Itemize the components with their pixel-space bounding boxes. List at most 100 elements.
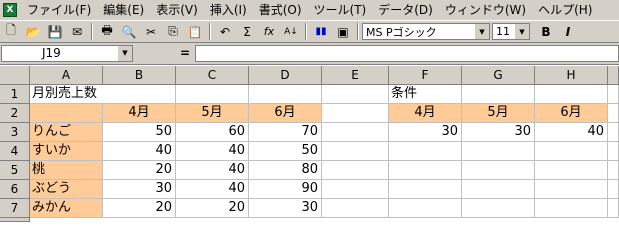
sort-ascending-icon[interactable]: A↓ [281, 22, 301, 41]
cell-d7[interactable]: 30 [249, 199, 322, 218]
row-header-2[interactable]: 2 [0, 104, 30, 123]
column-header-f[interactable]: F [389, 66, 462, 85]
cell-a4[interactable]: すいか [30, 142, 103, 161]
cell-f2[interactable]: 4月 [389, 104, 462, 123]
column-header-b[interactable]: B [103, 66, 176, 85]
formula-equals-icon[interactable]: = [180, 46, 190, 60]
cell-g2[interactable]: 5月 [462, 104, 535, 123]
cell-d4[interactable]: 50 [249, 142, 322, 161]
undo-icon[interactable]: ↶ [215, 22, 235, 41]
column-header-h[interactable]: H [535, 66, 608, 85]
row-header-5[interactable]: 5 [0, 161, 30, 180]
column-header-i[interactable] [608, 66, 619, 85]
cell-i5[interactable] [608, 161, 619, 180]
menu-window[interactable]: ウィンドウ(W) [439, 1, 532, 19]
menu-help[interactable]: ヘルプ(H) [532, 1, 598, 19]
cell-d3[interactable]: 70 [249, 123, 322, 142]
menu-format[interactable]: 書式(O) [253, 1, 308, 19]
cell-g3[interactable]: 30 [462, 123, 535, 142]
cell-a1[interactable]: 月別売上数 [30, 85, 103, 104]
cell-g6[interactable] [462, 180, 535, 199]
cell-e4[interactable] [322, 142, 389, 161]
cell-b2[interactable]: 4月 [103, 104, 176, 123]
mail-icon[interactable]: ✉ [67, 22, 87, 41]
cell-c5[interactable]: 40 [176, 161, 249, 180]
cell-f4[interactable] [389, 142, 462, 161]
zoom-icon[interactable]: ▣ [333, 22, 353, 41]
cell-d6[interactable]: 90 [249, 180, 322, 199]
cell-h1[interactable] [535, 85, 608, 104]
cell-i1[interactable] [608, 85, 619, 104]
cell-g4[interactable] [462, 142, 535, 161]
italic-button[interactable]: I [558, 22, 578, 41]
cell-e7[interactable] [322, 199, 389, 218]
cell-i3[interactable] [608, 123, 619, 142]
cell-c2[interactable]: 5月 [176, 104, 249, 123]
cell-h7[interactable] [535, 199, 608, 218]
cell-i7[interactable] [608, 199, 619, 218]
font-size-select[interactable]: 11 ▼ [492, 23, 530, 40]
cell-b5[interactable]: 20 [103, 161, 176, 180]
cell-f3[interactable]: 30 [389, 123, 462, 142]
cell-i2[interactable] [608, 104, 619, 123]
cell-a2[interactable] [30, 104, 103, 123]
row-header-7[interactable]: 7 [0, 199, 30, 218]
cell-e6[interactable] [322, 180, 389, 199]
row-header-6[interactable]: 6 [0, 180, 30, 199]
cell-e1[interactable] [322, 85, 389, 104]
row-header-8[interactable] [0, 218, 30, 222]
cell-f6[interactable] [389, 180, 462, 199]
row-header-4[interactable]: 4 [0, 142, 30, 161]
bold-button[interactable]: B [536, 22, 556, 41]
menu-file[interactable]: ファイル(F) [21, 1, 97, 19]
column-header-a[interactable]: A [30, 66, 103, 85]
copy-icon[interactable]: ⎘ [163, 22, 183, 41]
cell-c1[interactable] [176, 85, 249, 104]
cell-h4[interactable] [535, 142, 608, 161]
cell-a5[interactable]: 桃 [30, 161, 103, 180]
cell-e2[interactable] [322, 104, 389, 123]
cell-b1[interactable] [103, 85, 176, 104]
menu-tools[interactable]: ツール(T) [308, 1, 373, 19]
print-preview-icon[interactable]: 🔍 [119, 22, 139, 41]
column-header-d[interactable]: D [249, 66, 322, 85]
cell-i4[interactable] [608, 142, 619, 161]
cell-d1[interactable] [249, 85, 322, 104]
cell-f7[interactable] [389, 199, 462, 218]
chevron-down-icon[interactable]: ▼ [474, 24, 489, 39]
column-header-e[interactable]: E [322, 66, 389, 85]
column-header-c[interactable]: C [176, 66, 249, 85]
cut-icon[interactable]: ✂ [141, 22, 161, 41]
formula-input[interactable] [195, 45, 619, 62]
chevron-down-icon[interactable]: ▼ [117, 46, 132, 61]
cell-c4[interactable]: 40 [176, 142, 249, 161]
cell-f5[interactable] [389, 161, 462, 180]
cell-d2[interactable]: 6月 [249, 104, 322, 123]
menu-view[interactable]: 表示(V) [150, 1, 204, 19]
cell-b3[interactable]: 50 [103, 123, 176, 142]
cell-h6[interactable] [535, 180, 608, 199]
print-icon[interactable]: 🖶 [97, 22, 117, 41]
cell-c7[interactable]: 20 [176, 199, 249, 218]
cell-a3[interactable]: りんご [30, 123, 103, 142]
chart-wizard-icon[interactable]: ▮▮ [311, 22, 331, 41]
font-name-select[interactable]: MS Pゴシック ▼ [362, 23, 490, 40]
cell-h5[interactable] [535, 161, 608, 180]
cell-c6[interactable]: 40 [176, 180, 249, 199]
cell-i6[interactable] [608, 180, 619, 199]
menu-data[interactable]: データ(D) [372, 1, 439, 19]
cell-b6[interactable]: 30 [103, 180, 176, 199]
cell-e3[interactable] [322, 123, 389, 142]
cell-g7[interactable] [462, 199, 535, 218]
paste-icon[interactable]: 📋 [185, 22, 205, 41]
cell-g5[interactable] [462, 161, 535, 180]
cell-a7[interactable]: みかん [30, 199, 103, 218]
autosum-icon[interactable]: Σ [237, 22, 257, 41]
menu-insert[interactable]: 挿入(I) [204, 1, 253, 19]
row-header-1[interactable]: 1 [0, 85, 30, 104]
chevron-down-icon[interactable]: ▼ [514, 24, 529, 39]
name-box[interactable]: J19 ▼ [1, 45, 133, 62]
excel-icon[interactable]: X [3, 3, 17, 17]
cell-h2[interactable]: 6月 [535, 104, 608, 123]
cell-d5[interactable]: 80 [249, 161, 322, 180]
